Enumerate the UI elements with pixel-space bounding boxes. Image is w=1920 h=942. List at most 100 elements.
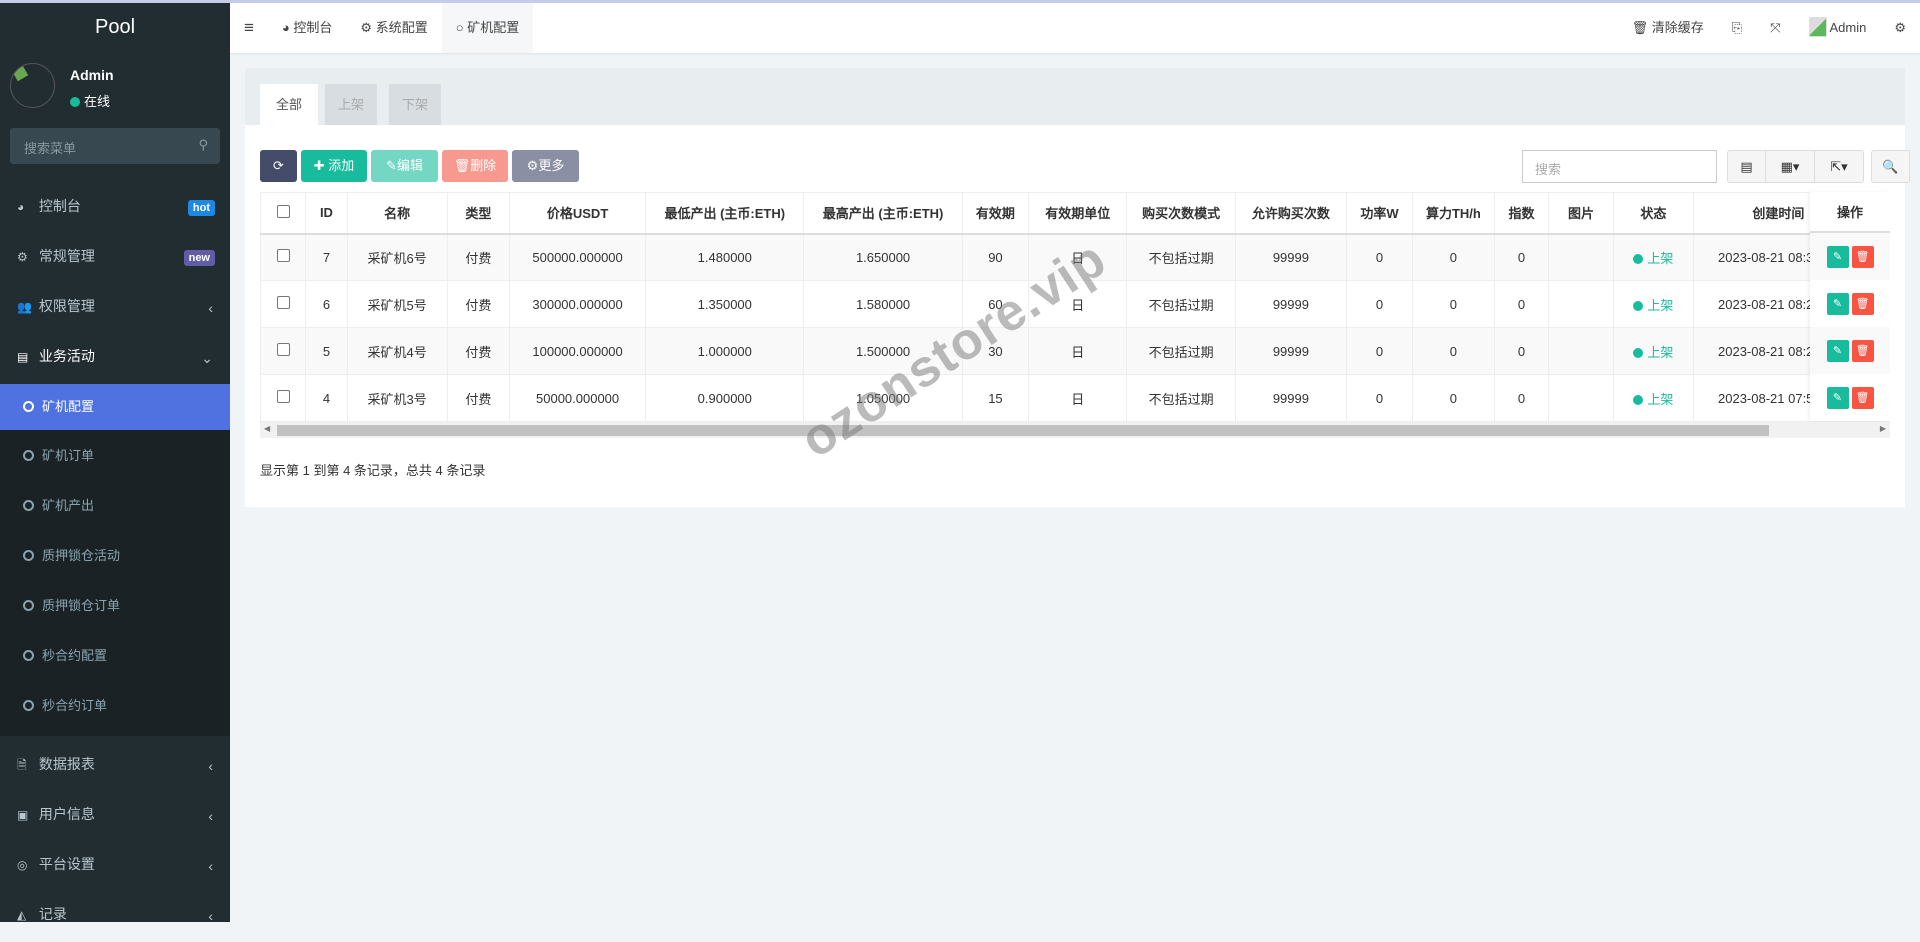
sidebar-item-contract-orders[interactable]: 秒合约订单 [0, 684, 230, 736]
column-header[interactable]: 图片 [1548, 192, 1614, 235]
row-checkbox-cell[interactable] [260, 233, 307, 281]
sidebar-item-business[interactable]: ▤ 业务活动 ⌄ [0, 334, 230, 384]
table-cell: 1.650000 [803, 233, 963, 281]
sidebar-item-miner-output[interactable]: 矿机产出 [0, 484, 230, 534]
edit-row-button[interactable]: ✎ [1826, 386, 1849, 409]
address-card-icon: ▣ [17, 808, 29, 822]
hot-badge: hot [187, 200, 215, 216]
toggle-view-button[interactable]: ▤ [1727, 150, 1766, 183]
edit-row-button[interactable]: ✎ [1826, 339, 1849, 362]
row-checkbox-cell[interactable] [260, 327, 307, 375]
table-search-input[interactable]: 搜索 [1522, 150, 1717, 183]
row-checkbox[interactable] [276, 343, 290, 356]
table-cell: 上架 [1612, 374, 1694, 422]
columns-button[interactable]: ▦▾ [1765, 150, 1815, 183]
row-checkbox-cell[interactable] [260, 280, 307, 328]
select-all-checkbox-cell[interactable] [260, 192, 307, 235]
column-header[interactable]: 允许购买次数 [1235, 192, 1347, 235]
delete-row-button[interactable]: 🗑 [1851, 339, 1874, 362]
sidebar-item-contract-config[interactable]: 秒合约配置 [0, 634, 230, 684]
column-header[interactable]: 算力TH/h [1412, 192, 1495, 235]
column-header[interactable]: 有效期 [961, 192, 1030, 235]
status-badge[interactable]: 上架 [1633, 392, 1673, 407]
row-checkbox[interactable] [276, 249, 290, 263]
sidebar-item-general[interactable]: ⚙ 常规管理 new [0, 234, 230, 284]
cogs-icon: ⚙ [17, 250, 28, 264]
business-submenu: 矿机配置 矿机订单 矿机产出 质押锁仓活动 质押锁仓订单 秒合约配置 秒合约订单 [0, 384, 230, 736]
tab-all[interactable]: 全部 [260, 84, 318, 125]
dashboard-icon: ◕ [281, 20, 290, 35]
edit-button[interactable]: ✎编辑 [371, 150, 438, 182]
table-cell: 上架 [1612, 327, 1694, 375]
sidebar-toggle-button[interactable]: ≡ [230, 3, 268, 53]
column-header[interactable]: 类型 [446, 192, 511, 235]
horizontal-scrollbar[interactable]: ◀ ▶ [260, 422, 1890, 438]
table-cell [1548, 280, 1614, 328]
advanced-search-button[interactable]: 🔍 [1871, 150, 1910, 183]
tab-dashboard[interactable]: ◕ 控制台 [268, 3, 347, 53]
sidebar-item-staking-orders[interactable]: 质押锁仓订单 [0, 584, 230, 634]
refresh-button[interactable]: ⟳ [260, 150, 297, 182]
trash-icon: 🗑 [1855, 391, 1870, 404]
column-header[interactable]: 功率W [1345, 192, 1414, 235]
table-cell: 0 [1493, 327, 1550, 375]
status-dot-icon [1633, 394, 1644, 405]
add-button[interactable]: ✚ 添加 [301, 150, 367, 182]
delete-row-button[interactable]: 🗑 [1851, 292, 1874, 315]
sidebar-item-dashboard[interactable]: ◕ 控制台 hot [0, 184, 230, 234]
tab-off-shelf[interactable]: 下架 [389, 84, 441, 125]
tab-on-shelf[interactable]: 上架 [325, 84, 377, 125]
column-header[interactable]: 最高产出 (主币:ETH) [803, 192, 963, 235]
column-header[interactable]: 名称 [346, 192, 448, 235]
fullscreen-button[interactable]: ⤧ [1756, 3, 1794, 53]
status-badge[interactable]: 上架 [1633, 298, 1673, 313]
sidebar-search-input[interactable]: 搜索菜单 ⚲ [10, 128, 220, 164]
status-badge[interactable]: 上架 [1633, 251, 1673, 266]
column-header[interactable]: 指数 [1493, 192, 1550, 235]
circle-icon [23, 550, 34, 561]
table-cell: 1.480000 [645, 233, 805, 281]
delete-button[interactable]: 🗑删除 [442, 150, 508, 182]
scrollbar-thumb[interactable] [277, 425, 1769, 436]
user-menu[interactable]: Admin [1795, 3, 1881, 53]
column-header[interactable]: 购买次数模式 [1126, 192, 1236, 235]
table-cell: 采矿机6号 [346, 233, 448, 281]
column-header[interactable]: 状态 [1612, 192, 1694, 235]
sidebar-item-staking-activity[interactable]: 质押锁仓活动 [0, 534, 230, 584]
sidebar-item-miner-orders[interactable]: 矿机订单 [0, 434, 230, 484]
app-logo[interactable]: Pool [0, 0, 230, 53]
row-checkbox-cell[interactable] [260, 374, 307, 422]
sidebar-item-reports[interactable]: 🗎 数据报表 ‹ [0, 742, 230, 792]
sidebar-item-platform[interactable]: ◎ 平台设置 ‹ [0, 842, 230, 892]
column-header[interactable]: 价格USDT [509, 192, 647, 235]
row-checkbox[interactable] [276, 390, 290, 403]
export-button[interactable]: ⇱▾ [1814, 150, 1864, 183]
clear-cache-button[interactable]: 🗑 清除缓存 [1618, 3, 1718, 53]
edit-row-button[interactable]: ✎ [1826, 245, 1849, 268]
column-header[interactable]: ID [305, 192, 348, 235]
sidebar-item-records[interactable]: ◭ 记录 ‹ [0, 892, 230, 942]
settings-button[interactable]: ⚙ [1880, 3, 1920, 53]
sidebar-item-miner-config[interactable]: 矿机配置 [0, 384, 230, 430]
select-all-checkbox[interactable] [276, 204, 290, 218]
table-row[interactable]: 5 采矿机4号 付费 100000.000000 1.000000 1.500000 30 日… [260, 327, 1890, 375]
language-button[interactable]: ⎘ [1718, 3, 1756, 53]
column-header[interactable]: 最低产出 (主币:ETH) [645, 192, 805, 235]
table-cell: 付费 [446, 233, 511, 281]
scroll-left-icon[interactable]: ◀ [264, 424, 270, 433]
export-icon: ⇱▾ [1830, 159, 1848, 174]
sidebar-item-auth[interactable]: 👥 权限管理 ‹ [0, 284, 230, 334]
status-badge[interactable]: 上架 [1633, 345, 1673, 360]
delete-row-button[interactable]: 🗑 [1851, 245, 1874, 268]
tab-miner-config[interactable]: ○ 矿机配置 [441, 3, 534, 53]
table-row[interactable]: 4 采矿机3号 付费 50000.000000 0.900000 1.050000 15 日不… [260, 374, 1890, 422]
sidebar-item-users[interactable]: ▣ 用户信息 ‹ [0, 792, 230, 842]
edit-row-button[interactable]: ✎ [1826, 292, 1849, 315]
delete-row-button[interactable]: 🗑 [1851, 386, 1874, 409]
tab-system-config[interactable]: ⚙ 系统配置 [346, 3, 441, 53]
table-cell: 不包括过期 [1126, 327, 1236, 375]
scroll-right-icon[interactable]: ▶ [1880, 424, 1886, 433]
column-header[interactable]: 有效期单位 [1028, 192, 1128, 235]
more-button[interactable]: ⚙更多 [512, 150, 579, 182]
row-checkbox[interactable] [276, 296, 290, 309]
